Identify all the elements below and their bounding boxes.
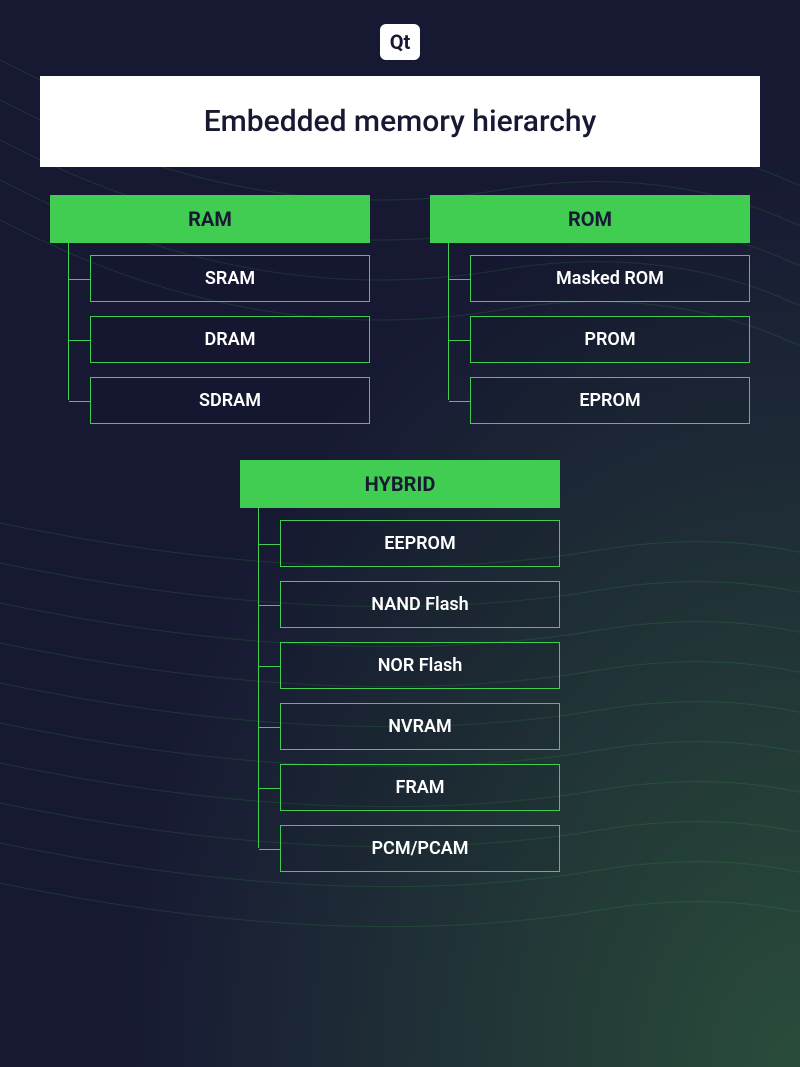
children-hybrid: EEPROM NAND Flash NOR Flash NVRAM FRAM P… [240,508,560,872]
child-nvram: NVRAM [280,703,560,750]
child-fram: FRAM [280,764,560,811]
child-masked-rom: Masked ROM [470,255,750,302]
child-prom: PROM [470,316,750,363]
logo-text: Qt [390,30,411,54]
category-ram: RAM SRAM DRAM SDRAM [50,195,370,424]
child-sram: SRAM [90,255,370,302]
diagram-title: Embedded memory hierarchy [60,104,740,139]
category-header-ram: RAM [50,195,370,243]
category-hybrid: HYBRID EEPROM NAND Flash NOR Flash NVRAM… [240,460,560,872]
qt-logo: Qt [380,24,421,60]
children-ram: SRAM DRAM SDRAM [50,243,370,424]
children-rom: Masked ROM PROM EPROM [430,243,750,424]
title-box: Embedded memory hierarchy [40,76,760,167]
logo-container: Qt [40,24,760,60]
child-pcm-pcam: PCM/PCAM [280,825,560,872]
child-nor-flash: NOR Flash [280,642,560,689]
category-header-rom: ROM [430,195,750,243]
child-nand-flash: NAND Flash [280,581,560,628]
category-rom: ROM Masked ROM PROM EPROM [430,195,750,424]
child-sdram: SDRAM [90,377,370,424]
child-dram: DRAM [90,316,370,363]
diagram-content: Qt Embedded memory hierarchy RAM SRAM DR… [0,0,800,896]
child-eprom: EPROM [470,377,750,424]
child-eeprom: EEPROM [280,520,560,567]
category-header-hybrid: HYBRID [240,460,560,508]
top-row: RAM SRAM DRAM SDRAM ROM Masked ROM PROM … [40,195,760,424]
